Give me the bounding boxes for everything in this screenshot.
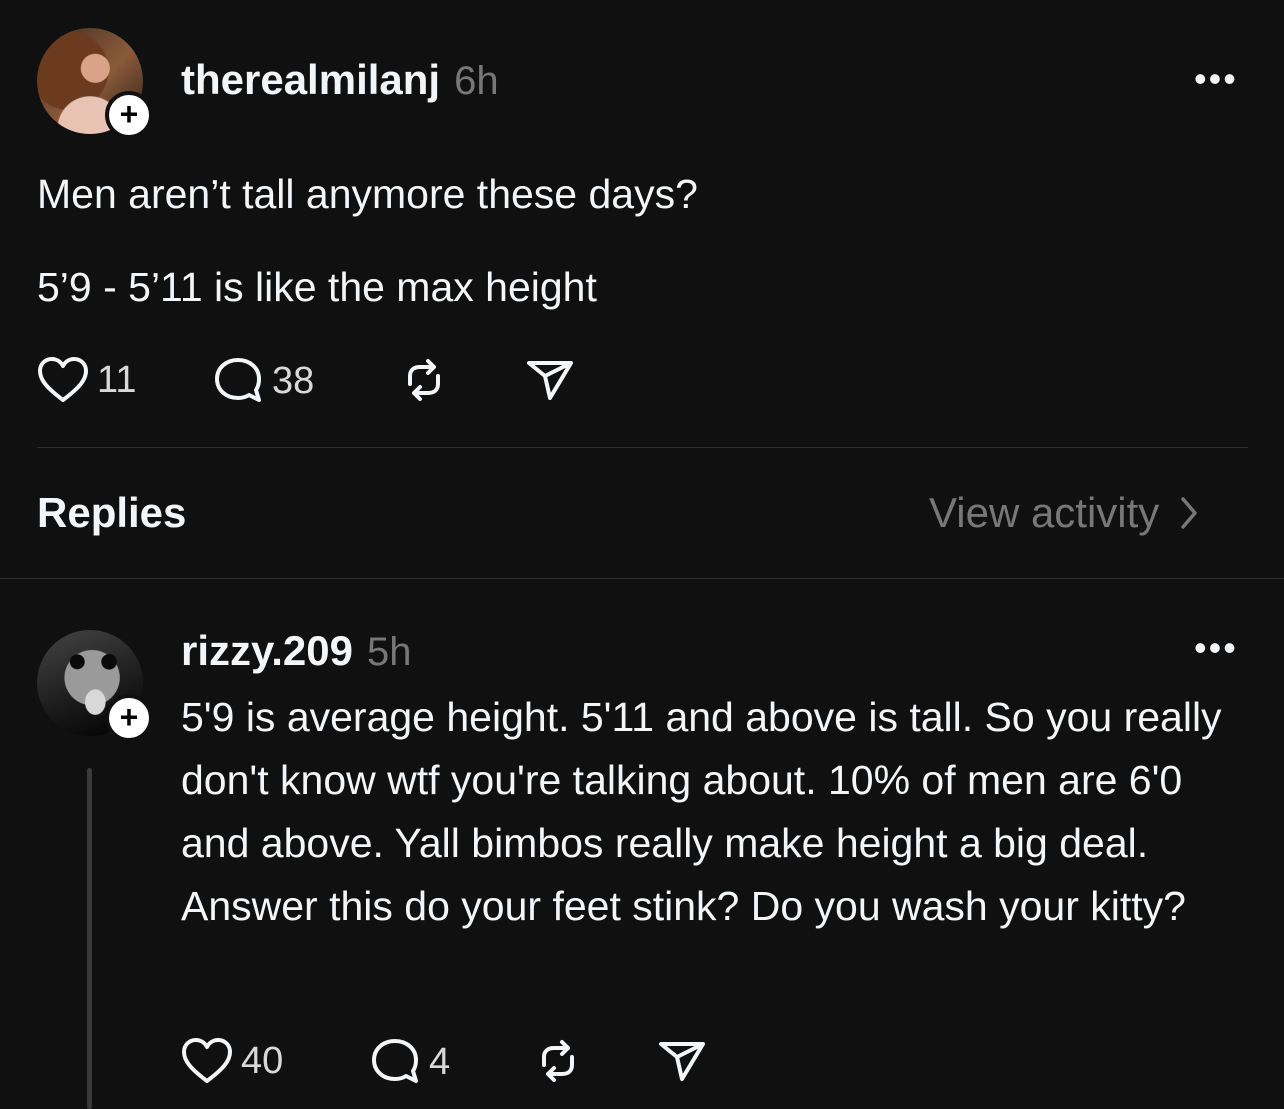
repost-button[interactable]	[398, 356, 450, 404]
reply-follow-plus-button[interactable]: +	[105, 694, 153, 742]
reply-text: 5'9 is average height. 5'11 and above is…	[181, 694, 1222, 929]
repost-icon	[532, 1037, 584, 1085]
reply-reply-count: 4	[429, 1040, 451, 1083]
view-activity-link[interactable]: View activity	[929, 489, 1199, 537]
reply-share-button[interactable]	[656, 1037, 708, 1085]
thread-line	[87, 768, 92, 1109]
reply-comment-button[interactable]: 4	[369, 1037, 450, 1087]
like-button[interactable]: 11	[37, 356, 136, 404]
share-icon	[524, 356, 576, 404]
author-username[interactable]: therealmilanj	[181, 56, 440, 104]
replies-heading: Replies	[37, 489, 187, 536]
heart-icon	[37, 356, 89, 404]
reply-timestamp: 5h	[367, 630, 412, 674]
more-options-button[interactable]: •••	[1194, 58, 1238, 100]
reply-like-button[interactable]: 40	[181, 1037, 283, 1085]
reply-repost-button[interactable]	[532, 1037, 584, 1085]
share-button[interactable]	[524, 356, 576, 404]
reply-header: rizzy.209 5h	[181, 627, 412, 675]
post-timestamp: 6h	[454, 59, 499, 103]
reply-username[interactable]: rizzy.209	[181, 627, 353, 675]
heart-icon	[181, 1037, 233, 1085]
post-text-line-1: Men aren’t tall anymore these days?	[37, 171, 698, 217]
post-header: therealmilanj 6h	[181, 56, 499, 104]
post-text-line-2: 5’9 - 5’11 is like the max height	[37, 264, 597, 310]
view-activity-label: View activity	[929, 489, 1160, 536]
comment-button[interactable]: 38	[212, 356, 314, 406]
replies-divider	[0, 578, 1284, 579]
chevron-right-icon	[1179, 495, 1199, 531]
repost-icon	[398, 356, 450, 404]
post-divider	[37, 447, 1248, 448]
like-count: 11	[97, 358, 137, 401]
follow-plus-button[interactable]: +	[105, 91, 153, 139]
reply-more-options-button[interactable]: •••	[1194, 627, 1238, 669]
reply-like-count: 40	[241, 1039, 284, 1082]
reply-count: 38	[272, 359, 315, 402]
comment-icon	[212, 356, 264, 406]
share-icon	[656, 1037, 708, 1085]
comment-icon	[369, 1037, 421, 1087]
